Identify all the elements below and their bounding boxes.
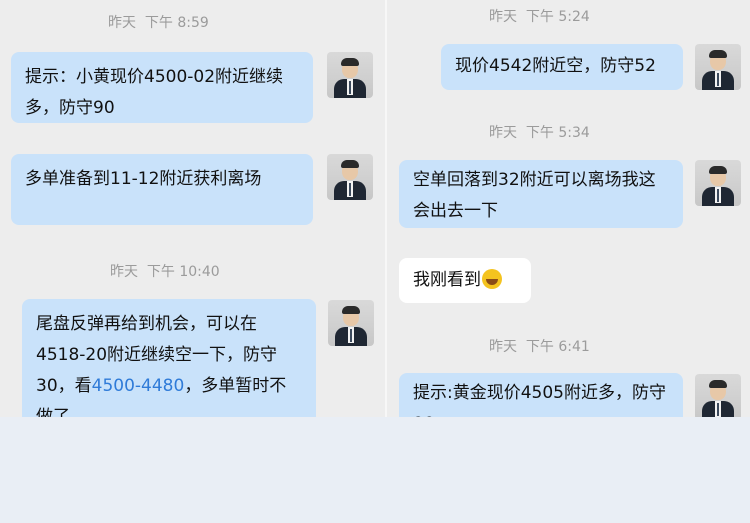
message-bubble[interactable]: 我刚看到 bbox=[399, 258, 531, 303]
avatar[interactable] bbox=[328, 300, 374, 346]
message-bubble[interactable]: 空单回落到32附近可以离场我这会出去一下 bbox=[399, 160, 683, 228]
avatar[interactable] bbox=[695, 44, 741, 90]
price-range-link[interactable]: 4500-4480 bbox=[92, 376, 185, 396]
message-bubble[interactable]: 提示：小黄现价4500-02附近继续多，防守90 bbox=[11, 52, 313, 123]
avatar[interactable] bbox=[327, 52, 373, 98]
message-bubble[interactable]: 提示:黄金现价4505附近多，防守90 bbox=[399, 373, 683, 417]
chat-panel-right: 昨天 下午 5:24 现价4542附近空，防守52 昨天 下午 5:34 空单回… bbox=[387, 0, 750, 417]
blank-area bbox=[0, 417, 750, 523]
timestamp: 昨天 下午 5:34 bbox=[489, 125, 590, 141]
timestamp: 昨天 下午 10:40 bbox=[110, 264, 220, 280]
timestamp: 昨天 下午 5:24 bbox=[489, 9, 590, 25]
timestamp: 昨天 下午 6:41 bbox=[489, 339, 590, 355]
avatar[interactable] bbox=[695, 160, 741, 206]
avatar[interactable] bbox=[695, 374, 741, 417]
timestamp: 昨天 下午 8:59 bbox=[108, 15, 209, 31]
message-bubble[interactable]: 尾盘反弹再给到机会，可以在4518-20附近继续空一下，防守30，看4500-4… bbox=[22, 299, 316, 417]
avatar[interactable] bbox=[327, 154, 373, 200]
chat-panel-left: 昨天 下午 8:59 提示：小黄现价4500-02附近继续多，防守90 多单准备… bbox=[0, 0, 385, 417]
message-bubble[interactable]: 多单准备到11-12附近获利离场 bbox=[11, 154, 313, 225]
message-bubble[interactable]: 现价4542附近空，防守52 bbox=[441, 44, 683, 90]
laughing-crying-emoji-icon bbox=[482, 269, 502, 289]
message-text: 我刚看到 bbox=[413, 270, 481, 290]
